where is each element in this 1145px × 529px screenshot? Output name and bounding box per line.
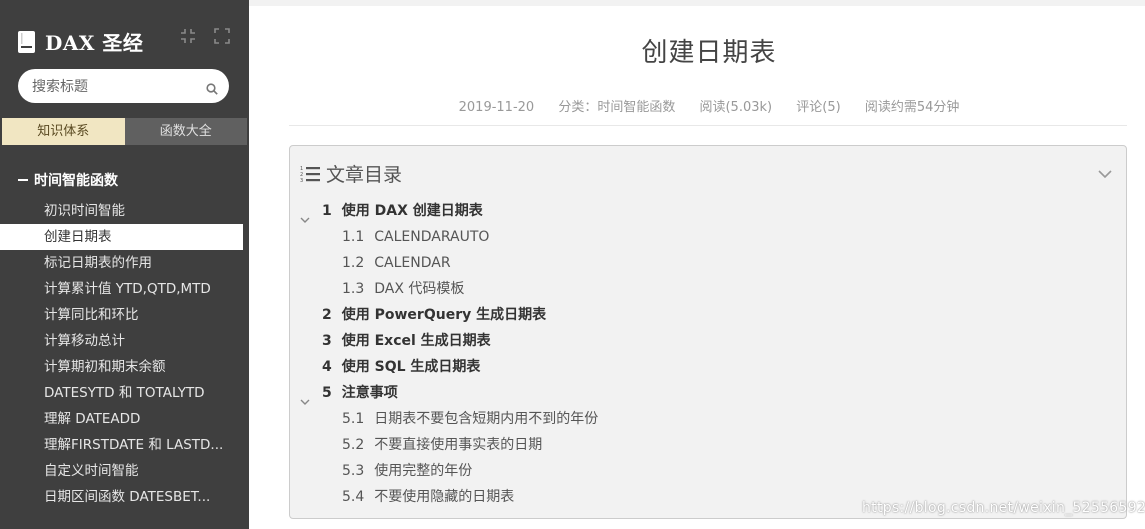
toc-item-number: 5.4: [342, 489, 365, 505]
table-of-contents: 1 2 3 文章目录 1 使用 DAX 创建日期表 1.1 CALENDARAUTO…: [289, 145, 1127, 519]
top-border: [249, 0, 1145, 6]
divider: [289, 125, 1127, 126]
toc-item-label: 使用 PowerQuery 生成日期表: [341, 307, 547, 323]
toc-item-number: 4: [322, 359, 332, 375]
toc-item-number: 3: [322, 333, 332, 349]
brand[interactable]: DAX 圣经: [18, 27, 143, 56]
toc-item-label: 使用 SQL 生成日期表: [341, 359, 481, 375]
nav-item-active[interactable]: 创建日期表: [0, 224, 243, 250]
nav-item[interactable]: 初识时间智能: [0, 198, 224, 224]
toc-item-number: 2: [322, 307, 332, 323]
nav-list: 初识时间智能 创建日期表 标记日期表的作用 计算累计值 YTD,QTD,MTD …: [0, 198, 249, 510]
sidebar-tabs: 知识体系 函数大全: [0, 118, 247, 145]
toc-item[interactable]: 2 使用 PowerQuery 生成日期表: [290, 302, 1126, 328]
nav-item[interactable]: 计算期初和期末余额: [0, 354, 224, 380]
sidebar: DAX 圣经 知识体系 函数大全 时间智能函数 初识时间智能 创建日期表 标记日…: [0, 0, 249, 529]
toc-item-number: 1: [322, 203, 332, 219]
chevron-down-icon[interactable]: [300, 207, 310, 223]
toc-item[interactable]: 5.3 使用完整的年份: [290, 458, 1126, 484]
tab-functions[interactable]: 函数大全: [124, 118, 247, 145]
toc-item-number: 5.2: [342, 437, 365, 453]
nav-item[interactable]: 标记日期表的作用: [0, 250, 224, 276]
toc-item-label: 不要直接使用事实表的日期: [374, 437, 543, 453]
toc-item[interactable]: 5 注意事项: [290, 380, 1126, 406]
category-link[interactable]: 分类：时间智能函数: [558, 100, 675, 115]
nav-item[interactable]: 理解 DATEADD: [0, 406, 224, 432]
toc-item-label: 日期表不要包含短期内用不到的年份: [374, 411, 599, 427]
toc-item-label: 使用 Excel 生成日期表: [341, 333, 491, 349]
publish-date: 2019-11-20: [458, 100, 535, 115]
toc-item-label: 使用 DAX 创建日期表: [341, 203, 483, 219]
toc-item[interactable]: 5.1 日期表不要包含短期内用不到的年份: [290, 406, 1126, 432]
search-box: [18, 69, 229, 103]
article-meta: 2019-11-20 分类：时间智能函数 阅读(5.03k) 评论(5) 阅读约…: [249, 96, 1145, 115]
toc-item[interactable]: 1.2 CALENDAR: [290, 250, 1126, 276]
toc-item-number: 1.1: [342, 229, 365, 245]
chevron-down-icon[interactable]: [1098, 164, 1112, 179]
nav-item[interactable]: 理解FIRSTDATE 和 LASTD...: [0, 432, 224, 458]
toc-item-label: DAX 代码模板: [374, 281, 465, 297]
nav-item[interactable]: 日期区间函数 DATESBET...: [0, 484, 224, 510]
toc-item-number: 1.3: [342, 281, 365, 297]
toc-item-label: 不要使用隐藏的日期表: [374, 489, 515, 505]
nav-item[interactable]: 计算移动总计: [0, 328, 224, 354]
toc-list: 1 使用 DAX 创建日期表 1.1 CALENDARAUTO 1.2 CALENDA…: [290, 198, 1126, 510]
page-title: 创建日期表: [641, 38, 777, 68]
collapse-icon[interactable]: [180, 28, 196, 44]
toc-item[interactable]: 1.1 CALENDARAUTO: [290, 224, 1126, 250]
toc-item-number: 5.3: [342, 463, 365, 479]
toc-header: 1 2 3 文章目录: [300, 160, 402, 187]
toc-item-label: 注意事项: [341, 385, 398, 401]
nav-item[interactable]: 计算同比和环比: [0, 302, 224, 328]
toc-item[interactable]: 1 使用 DAX 创建日期表: [290, 198, 1126, 224]
read-count: 阅读(5.03k): [699, 100, 773, 115]
toc-item[interactable]: 5.2 不要直接使用事实表的日期: [290, 432, 1126, 458]
toc-item-label: 使用完整的年份: [374, 463, 473, 479]
numbered-list-icon: 1 2 3: [300, 165, 320, 184]
read-time: 阅读约需54分钟: [864, 100, 960, 115]
book-icon: [18, 30, 35, 53]
search-icon[interactable]: [206, 80, 218, 95]
toc-item-label: CALENDAR: [374, 255, 451, 271]
comment-count[interactable]: 评论(5): [796, 100, 840, 115]
toc-item[interactable]: 4 使用 SQL 生成日期表: [290, 354, 1126, 380]
nav-item[interactable]: 自定义时间智能: [0, 458, 224, 484]
fullscreen-icon[interactable]: [214, 28, 230, 44]
toc-item-number: 5: [322, 385, 332, 401]
chevron-down-icon[interactable]: [300, 389, 310, 405]
svg-text:3: 3: [300, 178, 303, 183]
toc-item[interactable]: 3 使用 Excel 生成日期表: [290, 328, 1126, 354]
toc-title: 文章目录: [326, 164, 403, 186]
nav-section-title: 时间智能函数: [34, 173, 118, 189]
brand-title: DAX 圣经: [45, 31, 144, 55]
nav-item[interactable]: DATESYTD 和 TOTALYTD: [0, 380, 224, 406]
toc-item[interactable]: 1.3 DAX 代码模板: [290, 276, 1126, 302]
toc-item-number: 5.1: [342, 411, 365, 427]
toc-item-label: CALENDARAUTO: [374, 229, 490, 245]
tab-knowledge[interactable]: 知识体系: [2, 118, 125, 145]
toc-item-number: 1.2: [342, 255, 365, 271]
watermark: https://blog.csdn.net/weixin_52556592: [862, 500, 1145, 516]
collapse-minus-icon: [18, 179, 28, 181]
nav-item[interactable]: 计算累计值 YTD,QTD,MTD: [0, 276, 224, 302]
nav-section-time-intelligence[interactable]: 时间智能函数: [18, 170, 118, 190]
search-input[interactable]: [30, 76, 204, 98]
